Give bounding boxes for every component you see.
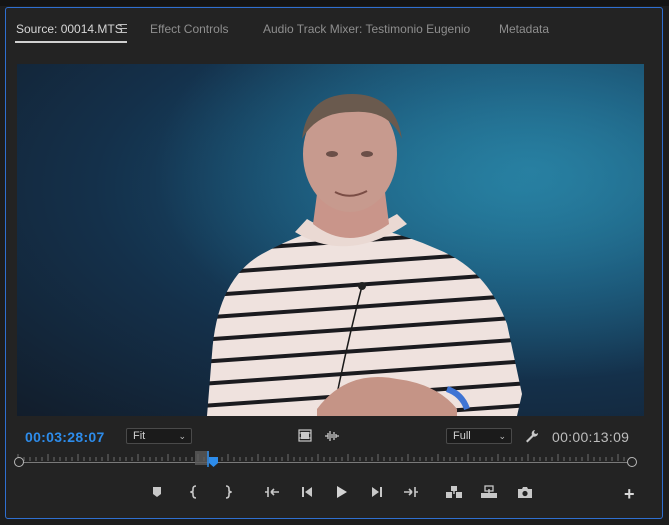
ruler-ticks [17, 454, 631, 461]
zoom-scroll-track[interactable] [15, 462, 627, 463]
step-back-icon[interactable] [297, 482, 317, 502]
play-icon[interactable] [332, 482, 352, 502]
insert-icon[interactable] [444, 482, 464, 502]
chevron-down-icon: ⌄ [178, 431, 186, 441]
video-preview[interactable] [17, 64, 644, 416]
waveform-icon[interactable] [324, 430, 340, 442]
mark-out-icon[interactable] [217, 482, 237, 502]
playhead-marker[interactable] [195, 451, 221, 471]
hamburger-menu-icon[interactable] [118, 24, 127, 33]
zoom-level-value: Fit [133, 430, 146, 442]
zoom-handle-right[interactable] [627, 457, 637, 467]
playback-resolution-dropdown[interactable]: Full ⌄ [446, 428, 512, 444]
monitor-controls-row: 00:03:28:07 Fit ⌄ Full ⌄ 00:00:13:09 [6, 426, 662, 448]
window-top-strip [0, 0, 669, 6]
add-marker-icon[interactable] [147, 482, 167, 502]
tab-source[interactable]: Source: 00014.MTS [16, 22, 123, 36]
tab-effect-controls[interactable]: Effect Controls [150, 22, 228, 36]
playhead-timecode[interactable]: 00:03:28:07 [25, 429, 105, 445]
export-frame-icon[interactable] [515, 482, 535, 502]
active-tab-indicator [15, 41, 127, 43]
video-frame-image [17, 64, 644, 416]
time-ruler[interactable] [10, 448, 637, 470]
zoom-handle-left[interactable] [14, 457, 24, 467]
step-forward-icon[interactable] [367, 482, 387, 502]
chevron-down-icon: ⌄ [498, 431, 506, 441]
source-monitor-panel: Source: 00014.MTS Effect Controls Audio … [5, 7, 663, 519]
duration-timecode: 00:00:13:09 [552, 429, 630, 445]
film-strip-icon[interactable] [298, 429, 312, 442]
playback-resolution-value: Full [453, 430, 471, 442]
transport-controls [0, 482, 669, 504]
zoom-level-dropdown[interactable]: Fit ⌄ [126, 428, 192, 444]
tab-audio-track-mixer[interactable]: Audio Track Mixer: Testimonio Eugenio [263, 22, 470, 36]
overwrite-icon[interactable] [479, 482, 499, 502]
go-to-out-icon[interactable] [401, 482, 421, 502]
mark-in-icon[interactable] [185, 482, 205, 502]
tab-metadata[interactable]: Metadata [499, 22, 549, 36]
wrench-icon[interactable] [524, 428, 540, 444]
panel-tab-bar: Source: 00014.MTS Effect Controls Audio … [6, 8, 662, 46]
go-to-in-icon[interactable] [262, 482, 282, 502]
plus-icon[interactable]: + [624, 484, 635, 505]
